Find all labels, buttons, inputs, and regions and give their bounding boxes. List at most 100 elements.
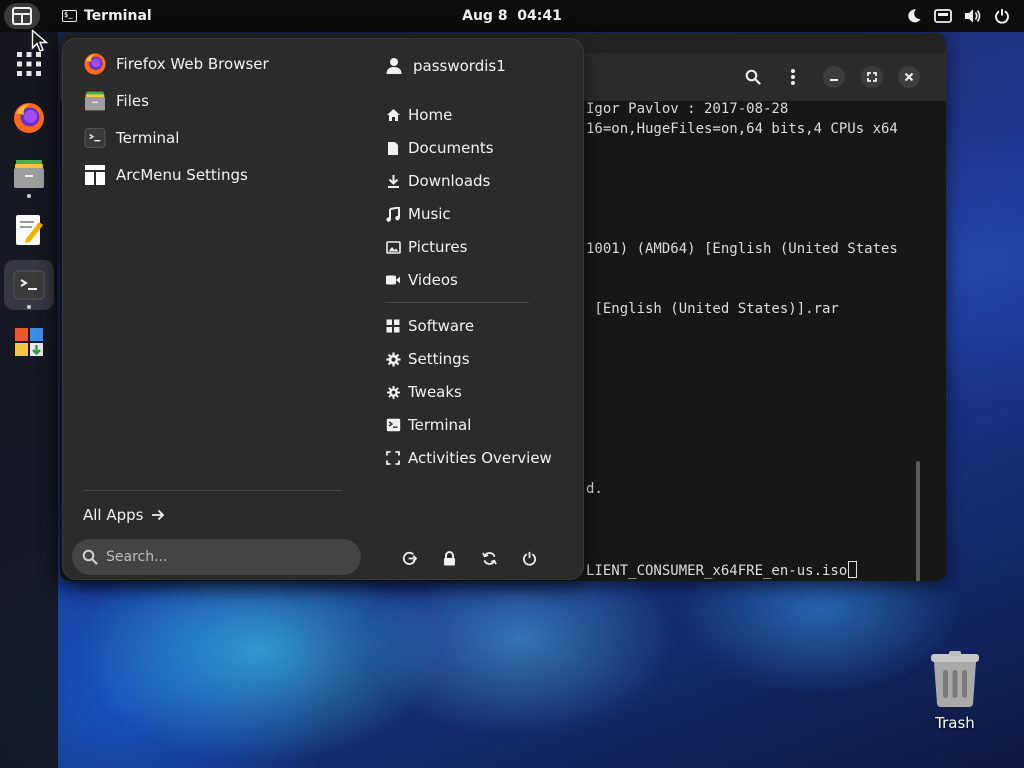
arcmenu-button[interactable] (4, 3, 40, 29)
dock-files[interactable] (9, 154, 49, 194)
dock-software[interactable] (9, 322, 49, 362)
place-music[interactable]: Music (385, 201, 451, 227)
system-terminal[interactable]: Terminal (385, 412, 471, 438)
running-indicator (27, 305, 31, 309)
restart-icon (481, 551, 497, 565)
music-icon (386, 206, 400, 222)
minimize-icon (830, 79, 838, 81)
power-icon (522, 551, 536, 566)
terminal-icon (13, 270, 45, 300)
system-label: Tweaks (408, 383, 462, 401)
firefox-icon (84, 53, 106, 75)
place-label: Music (408, 205, 451, 223)
terminal-search-button[interactable] (740, 64, 766, 90)
dock-text-editor[interactable] (9, 210, 49, 250)
place-label: Pictures (408, 238, 468, 256)
arcmenu-settings-icon (85, 165, 105, 185)
terminal-prompt-line: LIENT_CONSUMER_x64FRE_en-us.iso (586, 561, 858, 579)
terminal-menu-button[interactable] (780, 64, 806, 90)
close-button[interactable] (898, 66, 920, 88)
system-tweaks[interactable]: Tweaks (385, 379, 462, 405)
system-activities-overview[interactable]: Activities Overview (385, 445, 552, 471)
app-item-files[interactable]: Files (83, 86, 149, 116)
text-editor-icon (16, 215, 43, 245)
separator (385, 302, 529, 303)
files-icon (14, 160, 44, 188)
restart-button[interactable] (479, 547, 499, 569)
pictures-icon (385, 240, 401, 254)
trash-label: Trash (935, 714, 975, 732)
dock-firefox[interactable] (9, 98, 49, 138)
terminal-scrollbar[interactable] (916, 461, 920, 581)
power-icon (995, 8, 1009, 24)
system-label: Activities Overview (408, 449, 552, 467)
app-grid-icon (17, 52, 41, 76)
terminal-line: d. (586, 481, 603, 497)
separator (83, 490, 342, 491)
software-icon (15, 328, 43, 356)
user-avatar-icon (386, 58, 402, 74)
terminal-line: 1001) (AMD64) [English (United States (586, 241, 898, 257)
place-label: Home (408, 106, 453, 124)
all-apps-label: All Apps (83, 506, 144, 524)
trash-icon (931, 651, 979, 707)
search-input[interactable] (106, 549, 346, 565)
running-indicator (27, 194, 31, 198)
dock-terminal[interactable] (4, 260, 54, 310)
terminal-cursor (848, 561, 858, 578)
desktop-trash[interactable]: Trash (922, 650, 988, 732)
search-icon (745, 69, 761, 85)
app-item-arcmenu-settings[interactable]: ArcMenu Settings (83, 160, 248, 190)
active-app-name: Terminal (84, 8, 152, 24)
terminal-line: Igor Pavlov : 2017-08-28 (586, 101, 789, 117)
app-item-firefox[interactable]: Firefox Web Browser (83, 49, 269, 79)
power-off-button[interactable] (519, 547, 539, 569)
tweaks-icon (386, 385, 400, 399)
search-box[interactable] (72, 539, 361, 575)
system-software[interactable]: Software (385, 313, 474, 339)
user-item[interactable]: passwordis1 (385, 51, 506, 81)
maximize-button[interactable] (861, 66, 883, 88)
place-videos[interactable]: Videos (385, 267, 458, 293)
arcmenu-panel: Firefox Web Browser Files Terminal ArcMe… (62, 38, 584, 580)
active-app-indicator[interactable]: $_ Terminal (62, 0, 152, 32)
session-buttons (399, 547, 539, 569)
minimize-button[interactable] (823, 66, 845, 88)
system-label: Settings (408, 350, 470, 368)
place-label: Downloads (408, 172, 491, 190)
kebab-menu-icon (791, 69, 795, 85)
log-out-icon (402, 551, 417, 565)
clock[interactable]: Aug 8 04:41 (462, 8, 562, 24)
app-item-label: Terminal (116, 129, 180, 147)
app-item-label: Firefox Web Browser (116, 55, 269, 73)
firefox-icon (14, 103, 44, 133)
night-light-icon (908, 9, 921, 23)
terminal-icon (386, 418, 400, 432)
place-pictures[interactable]: Pictures (385, 234, 467, 260)
activities-icon (386, 451, 400, 465)
terminal-line: [English (United States)].rar (586, 301, 839, 317)
system-label: Software (408, 317, 475, 335)
place-home[interactable]: Home (385, 102, 452, 128)
software-grid-icon (386, 319, 400, 333)
log-out-button[interactable] (399, 547, 419, 569)
download-icon (387, 174, 399, 188)
lock-button[interactable] (439, 547, 459, 569)
files-icon (85, 91, 105, 111)
terminal-icon: $_ (62, 10, 77, 22)
all-apps-button[interactable]: All Apps (83, 503, 165, 527)
mouse-pointer-icon (31, 29, 49, 52)
place-label: Videos (408, 271, 458, 289)
home-icon (386, 109, 400, 121)
app-item-terminal[interactable]: Terminal (83, 123, 179, 153)
top-bar: $_ Terminal Aug 8 04:41 (0, 0, 1024, 32)
place-label: Documents (408, 139, 494, 157)
place-downloads[interactable]: Downloads (385, 168, 490, 194)
document-icon (388, 141, 398, 155)
system-tray[interactable] (906, 0, 1010, 32)
terminal-line: LIENT_CONSUMER_x64FRE_en-us.iso (586, 563, 848, 579)
user-name: passwordis1 (413, 57, 506, 75)
arrow-right-icon (152, 509, 165, 521)
system-settings[interactable]: Settings (385, 346, 470, 372)
place-documents[interactable]: Documents (385, 135, 494, 161)
